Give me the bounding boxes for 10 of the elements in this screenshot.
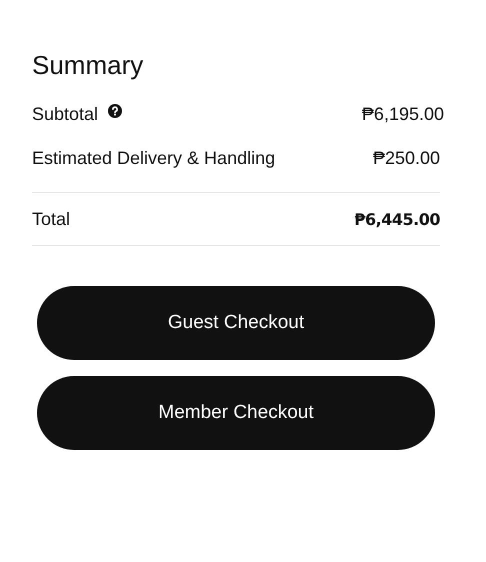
row-value: ₱6,445.00 xyxy=(354,210,440,228)
checkout-button[interactable]: Member Checkout xyxy=(37,376,435,450)
help-icon[interactable] xyxy=(108,104,122,118)
row-value: ₱6,195.00 xyxy=(362,104,444,124)
row-label: Estimated Delivery & Handling xyxy=(32,148,276,168)
row-label: Subtotal xyxy=(32,104,98,124)
summary-title: Summary xyxy=(32,49,144,82)
checkout-button[interactable]: Guest Checkout xyxy=(37,286,435,360)
row-label: Total xyxy=(32,208,70,230)
row-value: ₱250.00 xyxy=(372,148,440,168)
